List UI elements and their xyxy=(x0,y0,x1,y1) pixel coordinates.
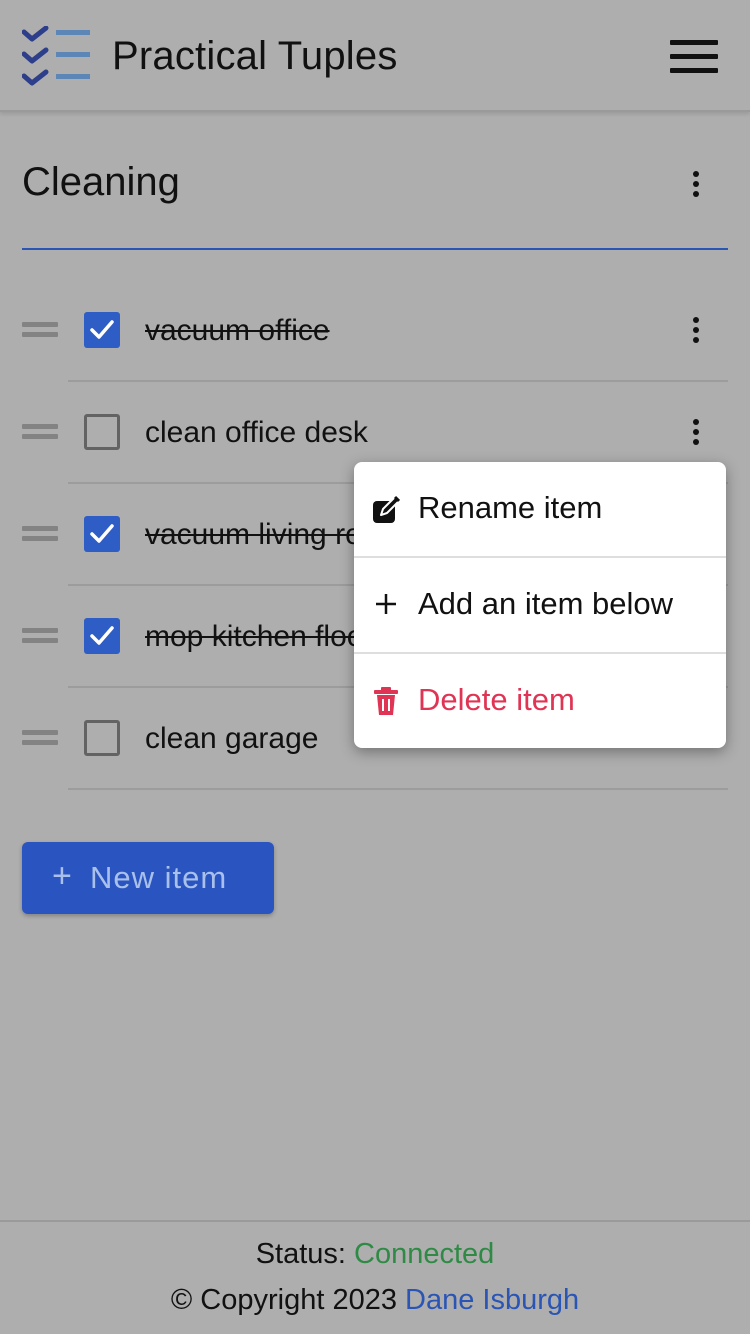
hamburger-icon[interactable] xyxy=(668,38,720,76)
status-value: Connected xyxy=(354,1238,495,1270)
plus-icon xyxy=(376,594,396,614)
edit-icon xyxy=(373,495,400,523)
delete-item-menu-item[interactable]: Delete item xyxy=(354,654,726,748)
item-checkbox[interactable] xyxy=(84,618,120,654)
item-text[interactable]: clean office desk xyxy=(145,416,368,450)
list-title-underline xyxy=(22,248,728,250)
drag-handle-icon[interactable] xyxy=(22,728,58,748)
author-link[interactable]: Dane Isburgh xyxy=(405,1284,579,1316)
drag-handle-icon[interactable] xyxy=(22,524,58,544)
rename-item-menu-item[interactable]: Rename item xyxy=(354,462,726,557)
item-context-menu: Rename item Add an item below Delete ite… xyxy=(354,462,726,748)
checklist-logo-icon xyxy=(22,26,90,86)
new-item-button[interactable]: + New item xyxy=(22,842,274,914)
copyright-line: © Copyright 2023 Dane Isburgh xyxy=(0,1284,750,1317)
item-checkbox[interactable] xyxy=(84,720,120,756)
item-checkbox[interactable] xyxy=(84,414,120,450)
drag-handle-icon[interactable] xyxy=(22,626,58,646)
app-header: Practical Tuples xyxy=(0,0,750,112)
new-item-label: New item xyxy=(90,860,228,895)
item-text[interactable]: clean garage xyxy=(145,722,318,756)
copyright-text: © Copyright 2023 xyxy=(170,1284,397,1316)
add-item-below-menu-item[interactable]: Add an item below xyxy=(354,558,726,653)
item-checkbox[interactable] xyxy=(84,516,120,552)
menu-item-label: Rename item xyxy=(418,490,603,525)
list-item: vacuum office xyxy=(0,280,750,382)
item-more-vert-icon[interactable] xyxy=(684,412,708,452)
trash-icon xyxy=(374,687,398,715)
app-title: Practical Tuples xyxy=(112,34,398,78)
menu-item-label: Add an item below xyxy=(418,586,674,621)
menu-item-label: Delete item xyxy=(418,682,575,717)
drag-handle-icon[interactable] xyxy=(22,320,58,340)
list-title: Cleaning xyxy=(22,160,180,204)
item-more-vert-icon[interactable] xyxy=(684,310,708,350)
drag-handle-icon[interactable] xyxy=(22,422,58,442)
status-label: Status: xyxy=(255,1238,346,1270)
item-checkbox[interactable] xyxy=(84,312,120,348)
item-text[interactable]: vacuum office xyxy=(145,314,330,348)
plus-icon: + xyxy=(52,857,72,895)
footer: Status: Connected © Copyright 2023 Dane … xyxy=(0,1220,750,1334)
item-text[interactable]: mop kitchen floor xyxy=(145,620,373,654)
status-line: Status: Connected xyxy=(0,1238,750,1271)
row-divider xyxy=(68,788,728,790)
list-more-vert-icon[interactable] xyxy=(684,164,708,204)
